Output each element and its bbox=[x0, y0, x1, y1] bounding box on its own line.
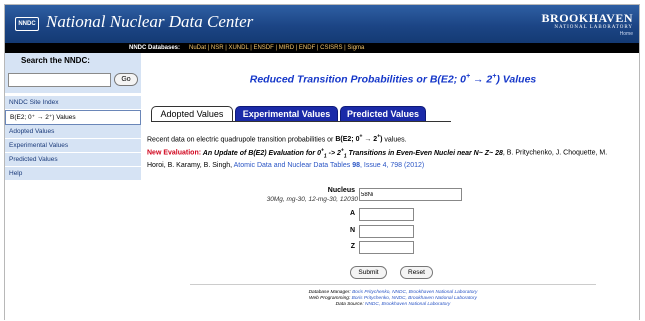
manager-link[interactable]: Boris Pritychenko, NNDC, Brookhaven Nati… bbox=[352, 290, 477, 295]
a-label: A bbox=[349, 210, 355, 217]
tab-predicted-values[interactable]: Predicted Values bbox=[340, 106, 426, 122]
sidebar-item-site-index[interactable]: NNDC Site Index bbox=[5, 96, 141, 110]
bnl-subtitle: NATIONAL LABORATORY bbox=[554, 25, 633, 30]
z-input[interactable] bbox=[359, 241, 414, 254]
new-evaluation-label: New Evaluation: bbox=[147, 149, 202, 157]
footer-divider bbox=[190, 284, 596, 285]
sidebar: Search the NNDC: Go NNDC Site Index B(E2… bbox=[5, 53, 141, 320]
a-input[interactable] bbox=[359, 208, 414, 221]
n-input[interactable] bbox=[359, 225, 414, 238]
sidebar-item-adopted-values[interactable]: Adopted Values bbox=[5, 125, 141, 139]
go-button[interactable]: Go bbox=[114, 73, 138, 86]
search-title: Search the NNDC: bbox=[21, 56, 90, 65]
be2-expression: B(E2; 0+ → 2+) bbox=[335, 134, 383, 144]
submit-button[interactable]: Submit bbox=[350, 266, 387, 279]
nndc-logo[interactable]: NNDC bbox=[15, 17, 39, 31]
n-label: N bbox=[349, 227, 355, 234]
tab-experimental-values[interactable]: Experimental Values bbox=[235, 106, 338, 122]
home-link[interactable]: Home bbox=[542, 31, 633, 37]
z-label: Z bbox=[350, 243, 355, 250]
bnl-name: BROOKHAVEN bbox=[541, 11, 633, 25]
tab-underline bbox=[151, 121, 451, 122]
nucleus-label: Nucleus bbox=[327, 187, 355, 194]
reset-button[interactable]: Reset bbox=[400, 266, 433, 279]
footer: Database Manager: Boris Pritychenko, NND… bbox=[308, 290, 478, 307]
description: Recent data on electric quadrupole trans… bbox=[147, 134, 608, 170]
bnl-logo[interactable]: BROOKHAVEN NATIONAL LABORATORY Home bbox=[542, 11, 633, 37]
tab-adopted-values[interactable]: Adopted Values bbox=[151, 106, 233, 122]
nucleus-input[interactable] bbox=[359, 188, 462, 201]
browser-page: NNDC National Nuclear Data Center BROOKH… bbox=[4, 4, 640, 320]
databases-links[interactable]: NuDat | NSR | XUNDL | ENSDF | MIRD | END… bbox=[189, 43, 364, 53]
sidebar-item-help[interactable]: Help bbox=[5, 167, 141, 181]
search-input[interactable] bbox=[8, 73, 111, 87]
journal-link[interactable]: Atomic Data and Nuclear Data Tables 98, … bbox=[234, 162, 425, 169]
search-panel: Search the NNDC: Go bbox=[5, 53, 141, 93]
programming-link[interactable]: Boris Pritychenko, NNDC, Brookhaven Nati… bbox=[352, 296, 477, 301]
nucleus-hint: 30Mg, mg-30, 12-mg-30, 12030 bbox=[266, 196, 358, 203]
databases-label: NNDC Databases: bbox=[129, 45, 181, 51]
page-title: Reduced Transition Probabilities or B(E2… bbox=[249, 73, 537, 86]
main-content: Reduced Transition Probabilities or B(E2… bbox=[147, 53, 639, 320]
paper-title: An Update of B(E2) Evaluation for 0+1 ->… bbox=[201, 147, 503, 160]
site-header: NNDC National Nuclear Data Center BROOKH… bbox=[5, 5, 639, 43]
sidebar-item-be2-values[interactable]: B(E2; 0⁺ → 2⁺) Values bbox=[5, 110, 141, 125]
data-source-link[interactable]: NNDC, Brookhaven National Laboratory bbox=[365, 302, 450, 307]
databases-bar: NNDC Databases: NuDat | NSR | XUNDL | EN… bbox=[5, 43, 639, 53]
site-title[interactable]: National Nuclear Data Center bbox=[46, 12, 253, 32]
sidebar-item-experimental-values[interactable]: Experimental Values bbox=[5, 139, 141, 153]
sidebar-item-predicted-values[interactable]: Predicted Values bbox=[5, 153, 141, 167]
